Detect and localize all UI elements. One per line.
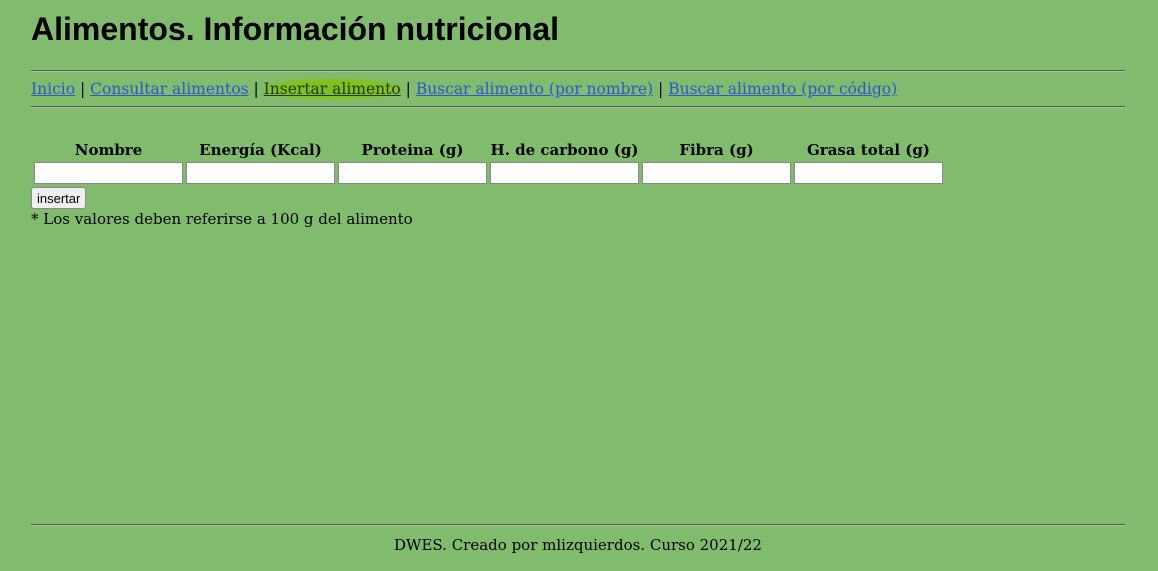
page-title: Alimentos. Información nutricional bbox=[31, 11, 560, 47]
form-note: * Los valores deben referirse a 100 g de… bbox=[31, 210, 413, 228]
fibra-input[interactable] bbox=[642, 162, 791, 184]
nav-separator: | bbox=[253, 80, 259, 98]
main-nav: Inicio | Consultar alimentos | Insertar … bbox=[31, 78, 897, 100]
nav-link-inicio[interactable]: Inicio bbox=[31, 80, 75, 98]
column-header-hidratos: H. de carbono (g) bbox=[490, 141, 639, 159]
insert-food-form-table: Nombre Energía (Kcal) Proteina (g) H. de… bbox=[31, 138, 946, 186]
hidratos-input[interactable] bbox=[490, 162, 639, 184]
nav-separator: | bbox=[79, 80, 86, 98]
nav-link-buscar-por-nombre[interactable]: Buscar alimento (por nombre) bbox=[416, 80, 653, 98]
nav-link-consultar-alimentos[interactable]: Consultar alimentos bbox=[90, 80, 248, 98]
nav-link-insertar-alimento[interactable]: Insertar alimento bbox=[261, 78, 403, 100]
nav-link-buscar-por-codigo[interactable]: Buscar alimento (por código) bbox=[668, 80, 897, 98]
nav-separator: | bbox=[658, 80, 664, 98]
energia-input[interactable] bbox=[186, 162, 335, 184]
column-header-energia: Energía (Kcal) bbox=[199, 141, 322, 159]
proteina-input[interactable] bbox=[338, 162, 487, 184]
nombre-input[interactable] bbox=[34, 162, 183, 184]
column-header-fibra: Fibra (g) bbox=[679, 141, 754, 159]
grasa-input[interactable] bbox=[794, 162, 943, 184]
column-header-proteina: Proteina (g) bbox=[361, 141, 464, 159]
column-header-grasa: Grasa total (g) bbox=[806, 141, 930, 159]
form-header-row: Nombre Energía (Kcal) Proteina (g) H. de… bbox=[34, 140, 943, 160]
nav-separator: | bbox=[405, 80, 411, 98]
divider-top bbox=[31, 70, 1125, 72]
page-footer: DWES. Creado por mlizquierdos. Curso 202… bbox=[394, 536, 762, 554]
divider-footer bbox=[31, 524, 1125, 526]
form-input-row bbox=[34, 162, 943, 184]
divider-nav bbox=[31, 106, 1125, 108]
insertar-button[interactable]: insertar bbox=[31, 187, 87, 209]
column-header-nombre: Nombre bbox=[74, 141, 143, 159]
